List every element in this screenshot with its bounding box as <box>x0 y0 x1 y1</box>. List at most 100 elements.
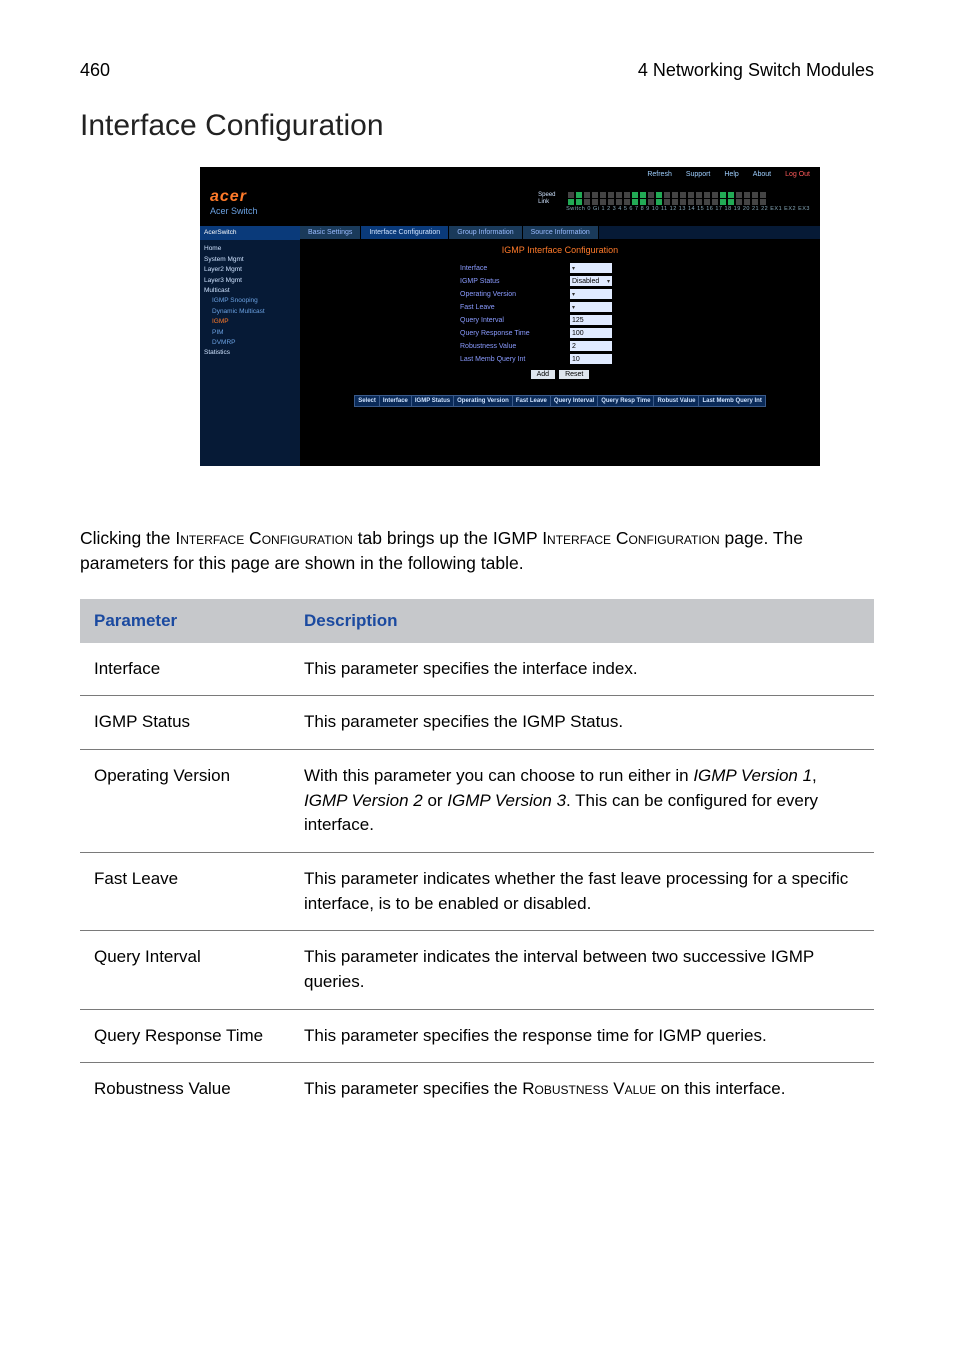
select-field[interactable]: ▾ <box>570 263 612 273</box>
sidebar-item[interactable]: Statistics <box>204 348 296 358</box>
form-label: Interface <box>460 265 570 272</box>
text-field[interactable]: 125 <box>570 315 612 325</box>
text-field[interactable]: 10 <box>570 354 612 364</box>
help-link[interactable]: Help <box>724 171 738 178</box>
tab[interactable]: Interface Configuration <box>361 226 449 239</box>
table-row: Robustness Value This parameter specifie… <box>80 1063 874 1116</box>
sidebar-item[interactable]: Multicast <box>204 286 296 296</box>
col-parameter: Parameter <box>80 599 290 643</box>
form-label: Query Interval <box>460 317 570 324</box>
desc-cell: This parameter specifies the IGMP Status… <box>290 696 874 750</box>
form-label: Last Memb Query Int <box>460 356 570 363</box>
italic-text: IGMP Version 3 <box>447 791 566 810</box>
sidebar-item[interactable]: PIM <box>204 328 296 338</box>
result-header: Fast Leave <box>512 396 550 407</box>
text-fragment: tab brings up the IGMP <box>353 528 542 548</box>
table-row: Interface This parameter specifies the i… <box>80 643 874 696</box>
desc-cell: With this parameter you can choose to ru… <box>290 750 874 853</box>
param-cell: Fast Leave <box>80 852 290 930</box>
result-header: Interface <box>379 396 411 407</box>
param-cell: Query Interval <box>80 931 290 1009</box>
param-cell: Operating Version <box>80 750 290 853</box>
italic-text: IGMP Version 1 <box>693 766 812 785</box>
select-field[interactable]: ▾ <box>570 289 612 299</box>
port-indicator: Speed Link Switch 0 Gi 1 2 3 4 5 6 7 8 9… <box>538 192 810 213</box>
form-label: Fast Leave <box>460 304 570 311</box>
result-header: Operating Version <box>454 396 513 407</box>
desc-cell: This parameter indicates the interval be… <box>290 931 874 1009</box>
sidebar-item[interactable]: IGMP <box>204 317 296 327</box>
about-link[interactable]: About <box>753 171 771 178</box>
sidebar-title: AcerSwitch <box>200 226 300 240</box>
body-paragraph: Clicking the Interface Configuration tab… <box>80 526 874 577</box>
form-label: Operating Version <box>460 291 570 298</box>
result-table: SelectInterfaceIGMP StatusOperating Vers… <box>354 395 766 407</box>
reset-button[interactable]: Reset <box>559 370 589 379</box>
sidebar-item[interactable]: System Mgmt <box>204 255 296 265</box>
table-row: IGMP Status This parameter specifies the… <box>80 696 874 750</box>
text-fragment: Clicking the <box>80 528 175 548</box>
desc-cell: This parameter indicates whether the fas… <box>290 852 874 930</box>
table-row: Query Interval This parameter indicates … <box>80 931 874 1009</box>
select-field[interactable]: ▾ <box>570 302 612 312</box>
screenshot-tabs: Basic SettingsInterface ConfigurationGro… <box>300 226 820 239</box>
chevron-down-icon: ▾ <box>607 278 610 285</box>
page-number: 460 <box>80 60 110 81</box>
config-form: Interface▾IGMP StatusDisabled▾Operating … <box>460 263 660 379</box>
chevron-down-icon: ▾ <box>572 304 575 311</box>
chevron-down-icon: ▾ <box>572 291 575 298</box>
screenshot-topbar: Refresh Support Help About Log Out <box>200 167 820 182</box>
page-name-smallcaps: Interface Configuration <box>542 528 719 548</box>
select-field[interactable]: Disabled▾ <box>570 276 612 286</box>
parameter-table: Parameter Description Interface This par… <box>80 599 874 1116</box>
brand-text: acer <box>210 188 320 206</box>
text-field[interactable]: 100 <box>570 328 612 338</box>
section-title: Interface Configuration <box>80 109 874 143</box>
param-cell: IGMP Status <box>80 696 290 750</box>
result-header: Query Resp Time <box>598 396 654 407</box>
param-cell: Interface <box>80 643 290 696</box>
link-label: Link <box>538 199 566 206</box>
page-header: 460 4 Networking Switch Modules <box>80 60 874 81</box>
sidebar-item[interactable]: IGMP Snooping <box>204 296 296 306</box>
col-description: Description <box>290 599 874 643</box>
text-fragment: This parameter specifies the <box>304 1079 522 1098</box>
table-row: Fast Leave This parameter indicates whet… <box>80 852 874 930</box>
tab-name-smallcaps: Interface Configuration <box>175 528 352 548</box>
result-header: Last Memb Query Int <box>699 396 765 407</box>
table-row: Operating Version With this parameter yo… <box>80 750 874 853</box>
smallcaps-text: Robustness Value <box>522 1079 656 1098</box>
logout-link[interactable]: Log Out <box>785 171 810 178</box>
chevron-down-icon: ▾ <box>572 265 575 272</box>
result-header: IGMP Status <box>411 396 453 407</box>
refresh-link[interactable]: Refresh <box>647 171 672 178</box>
support-link[interactable]: Support <box>686 171 711 178</box>
text-fragment: With this parameter you can choose to ru… <box>304 766 693 785</box>
sidebar-item[interactable]: Home <box>204 244 296 254</box>
table-row: Query Response Time This parameter speci… <box>80 1009 874 1063</box>
param-cell: Query Response Time <box>80 1009 290 1063</box>
form-label: Query Response Time <box>460 330 570 337</box>
text-fragment: on this interface. <box>656 1079 785 1098</box>
tab[interactable]: Group Information <box>449 226 522 239</box>
text-fragment: , <box>812 766 817 785</box>
embedded-screenshot: Refresh Support Help About Log Out acer … <box>200 167 874 466</box>
sidebar-item[interactable]: Layer3 Mgmt <box>204 276 296 286</box>
tab[interactable]: Source Information <box>523 226 599 239</box>
chapter-title: 4 Networking Switch Modules <box>638 60 874 81</box>
brand-subtitle: Acer Switch <box>210 206 320 216</box>
panel-title: IGMP Interface Configuration <box>300 239 820 263</box>
tab[interactable]: Basic Settings <box>300 226 361 239</box>
desc-cell: This parameter specifies the Robustness … <box>290 1063 874 1116</box>
desc-cell: This parameter specifies the interface i… <box>290 643 874 696</box>
sidebar-item[interactable]: DVMRP <box>204 338 296 348</box>
result-header: Robust Value <box>654 396 699 407</box>
sidebar-item[interactable]: Dynamic Multicast <box>204 307 296 317</box>
add-button[interactable]: Add <box>531 370 555 379</box>
text-field[interactable]: 2 <box>570 341 612 351</box>
text-fragment: or <box>423 791 448 810</box>
sidebar-item[interactable]: Layer2 Mgmt <box>204 265 296 275</box>
screenshot-sidebar: AcerSwitch HomeSystem MgmtLayer2 MgmtLay… <box>200 226 300 466</box>
logo: acer Acer Switch <box>210 188 320 216</box>
param-cell: Robustness Value <box>80 1063 290 1116</box>
